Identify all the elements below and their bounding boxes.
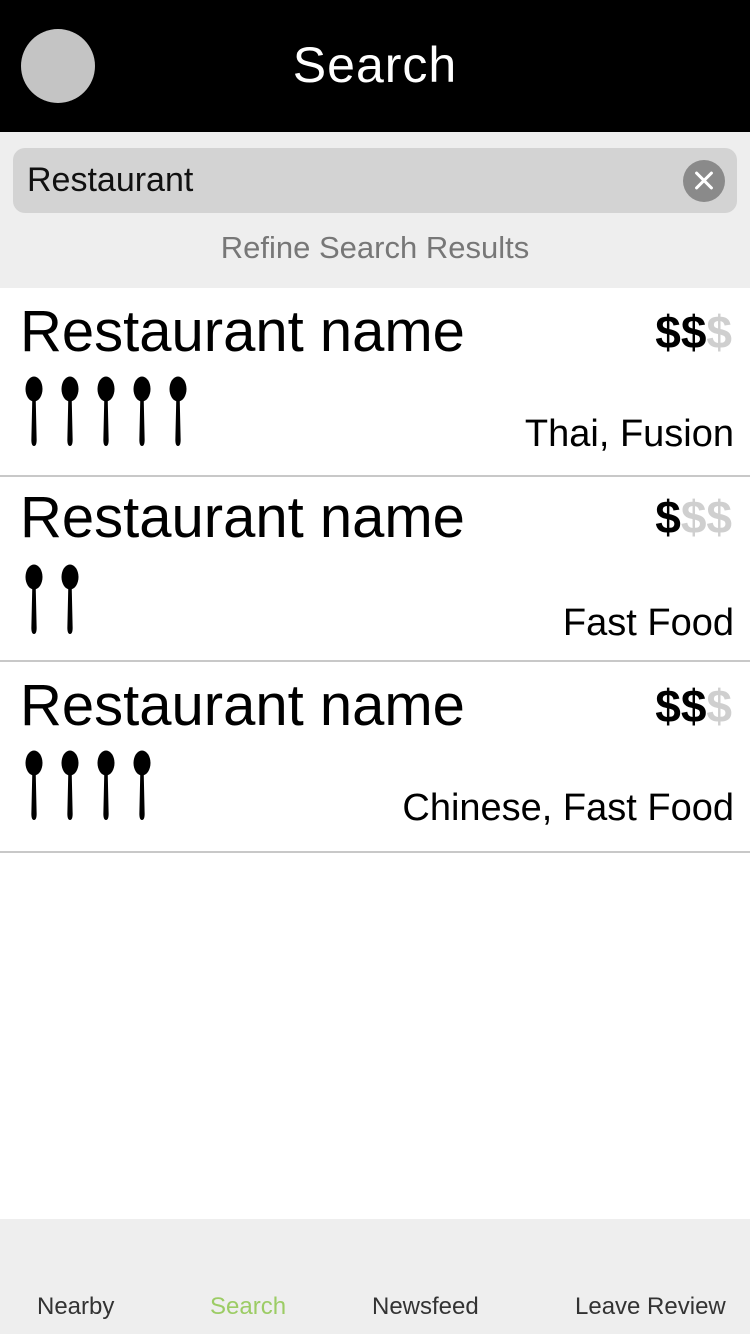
price-inactive: $$ xyxy=(680,491,732,543)
price-active: $$ xyxy=(655,306,707,358)
price-level: $$$ xyxy=(655,487,732,547)
price-inactive: $ xyxy=(706,680,732,732)
price-level: $$$ xyxy=(655,676,732,736)
list-item[interactable]: Restaurant name $$$ Thai, Fusion xyxy=(0,288,750,477)
restaurant-name: Restaurant name xyxy=(20,485,465,550)
search-input[interactable] xyxy=(27,148,667,213)
spoon-icon xyxy=(61,750,79,820)
spoon-rating xyxy=(24,564,80,636)
spoon-rating xyxy=(24,376,188,448)
price-level: $$$ xyxy=(655,302,732,362)
spoon-rating xyxy=(24,750,152,822)
nav-item-nearby[interactable]: Nearby xyxy=(37,1293,114,1321)
page-title: Search xyxy=(292,37,458,93)
spoon-icon xyxy=(61,564,79,634)
cuisine-label: Thai, Fusion xyxy=(524,413,734,455)
restaurant-name: Restaurant name xyxy=(20,673,465,738)
list-item[interactable]: Restaurant name $$$ Fast Food xyxy=(0,477,750,662)
bottom-nav: Nearby Search Newsfeed Leave Review xyxy=(0,1219,750,1334)
spoon-icon xyxy=(169,376,187,446)
price-active: $$ xyxy=(655,680,707,732)
spoon-icon xyxy=(25,750,43,820)
restaurant-name: Restaurant name xyxy=(20,299,465,364)
refine-search-link[interactable]: Refine Search Results xyxy=(0,230,750,266)
spoon-icon xyxy=(25,564,43,634)
search-bar[interactable] xyxy=(13,148,737,213)
cuisine-label: Fast Food xyxy=(562,602,734,644)
close-icon[interactable] xyxy=(683,160,725,202)
nav-item-search[interactable]: Search xyxy=(210,1293,286,1321)
nav-item-leave-review[interactable]: Leave Review xyxy=(575,1293,726,1321)
spoon-icon xyxy=(97,376,115,446)
spoon-icon xyxy=(61,376,79,446)
spoon-icon xyxy=(133,750,151,820)
spoon-icon xyxy=(25,376,43,446)
header-bar: Search xyxy=(0,0,750,132)
app-screen: Search Refine Search Results Restaurant … xyxy=(0,0,750,1334)
spoon-icon xyxy=(133,376,151,446)
spoon-icon xyxy=(97,750,115,820)
list-item[interactable]: Restaurant name $$$ Chinese, Fast Food xyxy=(0,662,750,853)
price-inactive: $ xyxy=(706,306,732,358)
cuisine-label: Chinese, Fast Food xyxy=(402,787,734,829)
price-active: $ xyxy=(655,491,681,543)
results-list: Restaurant name $$$ Thai, Fusion Restaur… xyxy=(0,288,750,853)
nav-item-newsfeed[interactable]: Newsfeed xyxy=(372,1293,479,1321)
search-area: Refine Search Results xyxy=(0,132,750,288)
